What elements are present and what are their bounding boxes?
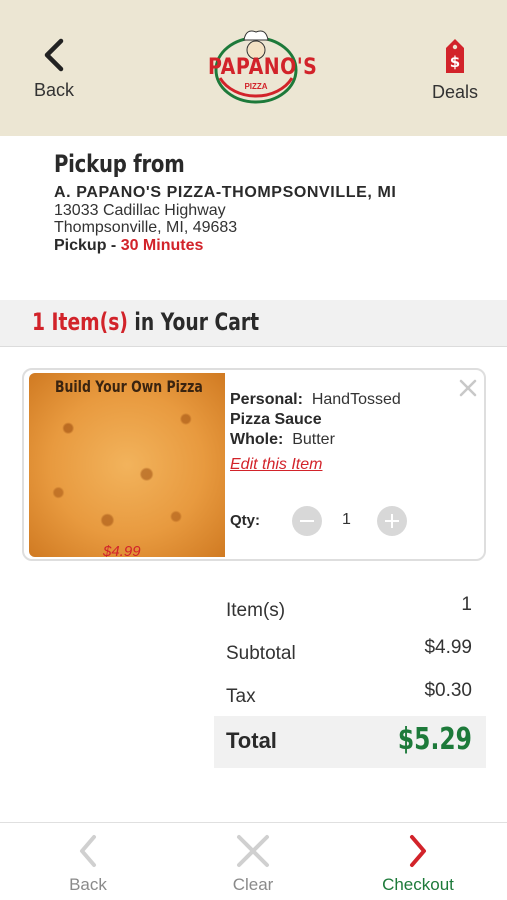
svg-text:$: $ — [450, 53, 460, 71]
item-topping-value: Butter — [292, 431, 335, 448]
cart-count: 1 Item(s) — [32, 308, 128, 336]
tax-value: $0.30 — [424, 680, 472, 701]
header-back-label: Back — [33, 80, 75, 100]
cart-count-banner: 1 Item(s) in Your Cart — [0, 300, 507, 347]
edit-item-link[interactable]: Edit this Item — [230, 455, 322, 475]
item-image-price: $4.99 — [103, 543, 141, 557]
item-image-title: Build Your Own Pizza — [55, 377, 203, 396]
cart-count-suffix: in Your Cart — [127, 308, 260, 336]
deals-button[interactable]: $ Deals — [424, 36, 486, 108]
pickup-info: Pickup from A. PAPANO'S PIZZA-THOMPSONVI… — [54, 150, 494, 255]
item-size-row: Personal: HandTossed — [230, 390, 460, 410]
qty-label: Qty: — [230, 512, 260, 529]
pickup-time-label: Pickup - — [54, 237, 121, 254]
item-topping-label: Whole: — [230, 431, 284, 448]
address-line-2: Thompsonville, MI, 49683 — [54, 219, 238, 236]
item-sauce-label: Pizza Sauce — [230, 411, 322, 428]
qty-increase-button[interactable] — [377, 506, 407, 536]
item-size-label: Personal: — [230, 391, 303, 408]
subtotal-label: Subtotal — [226, 643, 296, 664]
pickup-time-value: 30 Minutes — [120, 237, 204, 254]
chevron-right-icon — [410, 835, 426, 867]
pizza-image: Build Your Own Pizza $4.99 — [29, 373, 225, 557]
tax-label: Tax — [226, 686, 256, 707]
total-value: $5.29 — [397, 722, 472, 757]
papanos-logo[interactable]: PAPANO'S PIZZA — [208, 26, 318, 106]
close-icon — [237, 835, 269, 867]
store-name: A. PAPANO'S PIZZA-THOMPSONVILLE, MI — [54, 184, 397, 201]
order-summary: Item(s) 1 Subtotal $4.99 Tax $0.30 Total… — [214, 588, 486, 768]
clear-label: Clear — [232, 875, 274, 894]
pickup-title: Pickup from — [54, 150, 185, 178]
logo-subtext: PIZZA — [244, 82, 268, 91]
bottom-back-button[interactable]: Back — [28, 833, 148, 897]
address-line-1: 13033 Cadillac Highway — [54, 202, 226, 219]
chevron-left-icon — [44, 38, 64, 72]
total-label: Total — [226, 728, 277, 753]
cart-item-card: Build Your Own Pizza $4.99 Personal: Han… — [22, 368, 486, 561]
qty-value: 1 — [342, 511, 351, 528]
logo-text: PAPANO'S — [208, 54, 318, 80]
item-size-value: HandTossed — [311, 391, 401, 408]
item-details: Personal: HandTossed Pizza Sauce Whole: … — [230, 390, 460, 475]
cart-count-heading: 1 Item(s) in Your Cart — [32, 308, 259, 336]
quantity-stepper: Qty: 1 — [230, 506, 430, 538]
bottom-back-label: Back — [69, 875, 107, 894]
items-value: 1 — [461, 594, 472, 615]
header-back-button[interactable]: Back — [22, 38, 86, 110]
summary-items-row: Item(s) 1 — [214, 588, 486, 631]
item-sauce: Pizza Sauce — [230, 410, 460, 430]
summary-subtotal-row: Subtotal $4.99 — [214, 631, 486, 674]
subtotal-value: $4.99 — [424, 637, 472, 658]
items-label: Item(s) — [226, 600, 286, 621]
summary-tax-row: Tax $0.30 — [214, 674, 486, 717]
bottom-action-bar: Back Clear Checkout — [0, 822, 507, 900]
checkout-label: Checkout — [382, 875, 454, 894]
app-header: Back PAPANO'S PIZZA $ Deals — [0, 0, 507, 136]
chevron-left-icon — [80, 835, 96, 867]
summary-total-row: Total $5.29 — [214, 716, 486, 768]
qty-decrease-button[interactable] — [292, 506, 322, 536]
deals-label: Deals — [431, 82, 479, 102]
pickup-time: Pickup - 30 Minutes — [54, 237, 494, 255]
clear-cart-button[interactable]: Clear — [193, 833, 313, 897]
price-tag-icon: $ — [446, 39, 464, 73]
item-topping-row: Whole: Butter — [230, 430, 460, 450]
checkout-button[interactable]: Checkout — [358, 833, 478, 897]
